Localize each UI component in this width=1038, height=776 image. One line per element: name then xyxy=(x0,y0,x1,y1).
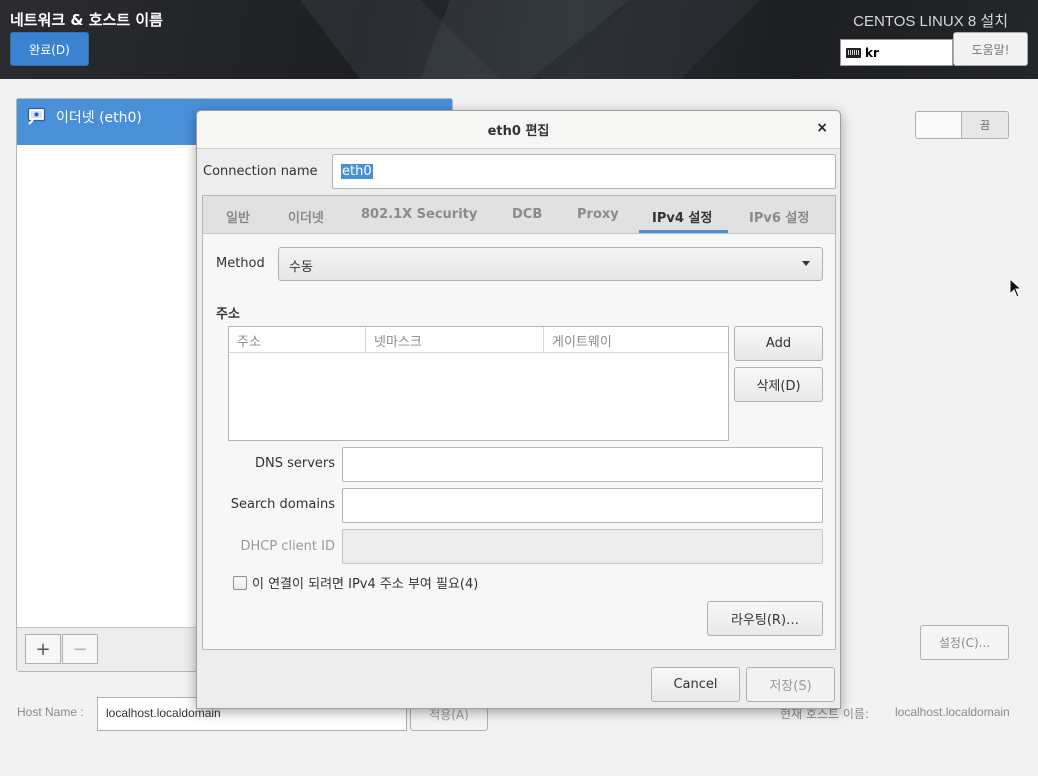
column-address[interactable]: 주소 xyxy=(229,327,366,353)
tab-dcb[interactable]: DCB xyxy=(512,207,542,222)
device-power-toggle[interactable]: 끔 xyxy=(915,111,1009,139)
keyboard-layout-label: kr xyxy=(865,45,879,60)
tab-bar: 일반 이더넷 802.1X Security DCB Proxy IPv4 설정… xyxy=(203,196,835,234)
edit-connection-dialog: eth0 편집 × Connection name eth0 일반 이더넷 80… xyxy=(196,110,841,709)
active-tab-indicator xyxy=(639,230,728,233)
search-domains-label: Search domains xyxy=(230,497,335,512)
page-title: 네트워크 & 호스트 이름 xyxy=(10,11,163,29)
host-name-label: Host Name : xyxy=(17,705,84,719)
current-hostname-value: localhost.localdomain xyxy=(895,705,1010,719)
tab-ipv4-settings[interactable]: IPv4 설정 xyxy=(652,207,712,226)
dns-servers-label: DNS servers xyxy=(254,456,335,471)
dialog-title: eth0 편집 xyxy=(197,111,840,149)
install-title: CENTOS LINUX 8 설치 xyxy=(853,13,1008,30)
delete-address-button[interactable]: 삭제(D) xyxy=(734,367,823,402)
toggle-off-label: 끔 xyxy=(961,112,1008,138)
require-ipv4-checkbox[interactable]: 이 연결이 되려면 IPv4 주소 부여 필요(4) xyxy=(233,573,478,592)
addresses-heading: 주소 xyxy=(216,307,240,322)
addresses-table[interactable]: 주소 넷마스크 게이트웨이 xyxy=(228,326,729,441)
routes-button[interactable]: 라우팅(R)… xyxy=(707,601,823,636)
require-ipv4-label: 이 연결이 되려면 IPv4 주소 부여 필요(4) xyxy=(252,577,479,592)
method-value: 수동 xyxy=(289,260,313,275)
configure-button[interactable]: 설정(C)... xyxy=(920,625,1009,660)
search-domains-input[interactable] xyxy=(342,488,823,523)
help-button[interactable]: 도움말! xyxy=(953,32,1028,66)
connection-name-input[interactable]: eth0 xyxy=(332,154,836,189)
addresses-table-header: 주소 넷마스크 게이트웨이 xyxy=(229,327,728,353)
remove-connection-button[interactable]: − xyxy=(62,634,98,664)
connection-name-value: eth0 xyxy=(341,164,373,179)
connection-name-label: Connection name xyxy=(203,164,318,179)
done-button[interactable]: 완료(D) xyxy=(10,32,89,66)
ethernet-icon xyxy=(27,107,47,125)
dns-servers-input[interactable] xyxy=(342,447,823,482)
save-button[interactable]: 저장(S) xyxy=(746,667,835,702)
chevron-down-icon xyxy=(802,261,810,266)
mouse-pointer-icon xyxy=(1009,278,1023,298)
tab-proxy[interactable]: Proxy xyxy=(577,207,619,222)
header-decoration xyxy=(300,0,760,79)
column-netmask[interactable]: 넷마스크 xyxy=(366,327,544,353)
keyboard-layout-indicator[interactable]: kr xyxy=(840,39,953,66)
dhcp-client-id-input xyxy=(342,529,823,564)
cancel-button[interactable]: Cancel xyxy=(651,667,740,702)
tab-general[interactable]: 일반 xyxy=(226,207,250,226)
tab-ethernet[interactable]: 이더넷 xyxy=(288,207,324,226)
dhcp-client-id-label: DHCP client ID xyxy=(240,539,335,554)
method-label: Method xyxy=(216,256,265,271)
tab-ipv6-settings[interactable]: IPv6 설정 xyxy=(749,207,809,226)
checkbox-icon xyxy=(233,575,247,590)
tab-8021x-security[interactable]: 802.1X Security xyxy=(361,207,477,222)
connection-item-label: 이더넷 (eth0) xyxy=(56,110,142,126)
method-dropdown[interactable]: 수동 xyxy=(278,247,823,281)
header-bar: 네트워크 & 호스트 이름 완료(D) CENTOS LINUX 8 설치 kr… xyxy=(0,0,1038,79)
settings-notebook: 일반 이더넷 802.1X Security DCB Proxy IPv4 설정… xyxy=(202,195,836,650)
keyboard-icon xyxy=(846,47,861,58)
add-address-button[interactable]: Add xyxy=(734,326,823,361)
column-gateway[interactable]: 게이트웨이 xyxy=(544,327,728,353)
add-connection-button[interactable]: + xyxy=(25,634,61,664)
close-icon[interactable]: × xyxy=(816,120,828,136)
